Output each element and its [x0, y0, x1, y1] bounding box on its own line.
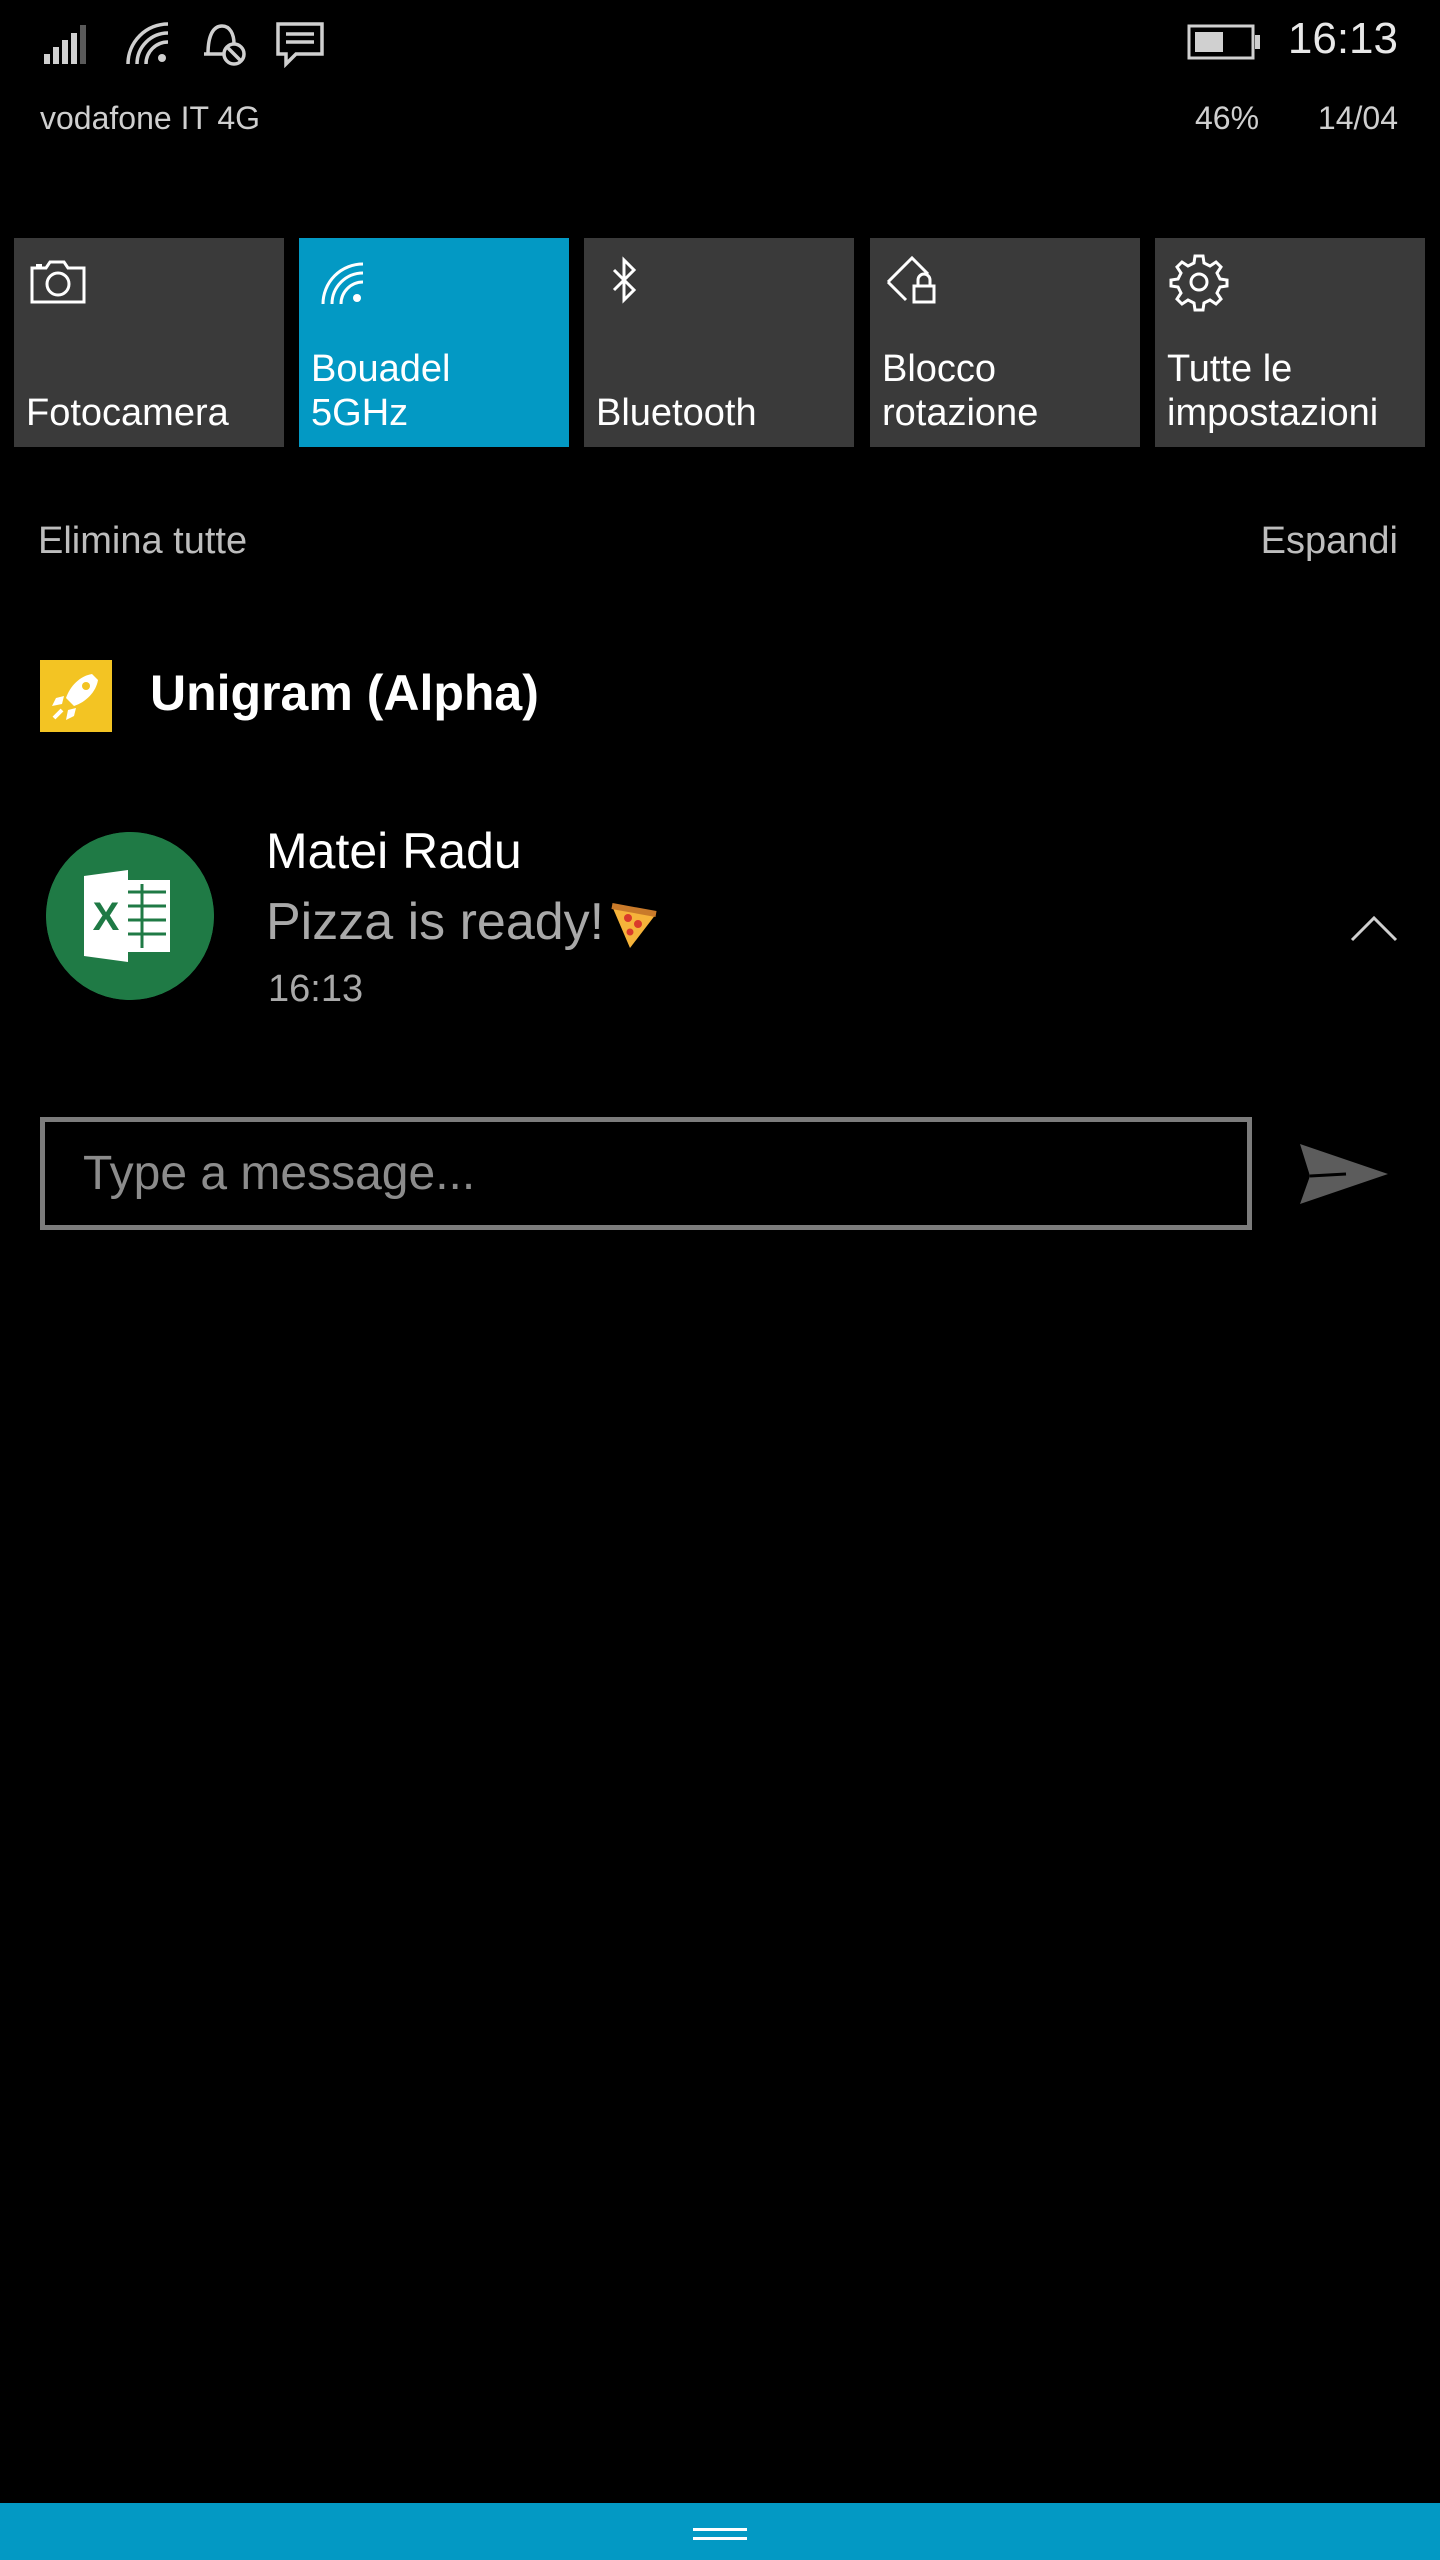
- tile-label: Tutte le impostazioni: [1167, 348, 1379, 434]
- signal-icon: [40, 20, 92, 68]
- notification-time: 16:13: [268, 968, 364, 1010]
- tile-label: Fotocamera: [26, 392, 229, 434]
- excel-icon: X: [46, 832, 214, 1000]
- message-icon: [274, 20, 326, 68]
- action-center-handle-bar[interactable]: [0, 2503, 1440, 2560]
- collapse-chevron-icon[interactable]: [1346, 908, 1402, 948]
- notification-message: Pizza is ready!: [266, 893, 605, 951]
- rocket-icon: [40, 660, 112, 732]
- pizza-icon: [606, 896, 662, 952]
- drag-handle-icon: [693, 2525, 747, 2543]
- notification-sender: Matei Radu: [266, 823, 522, 879]
- carrier-label: vodafone IT 4G: [40, 100, 260, 136]
- quiet-hours-icon: [198, 20, 250, 68]
- gear-icon: [1169, 252, 1229, 312]
- tile-label: Bluetooth: [596, 392, 757, 434]
- quick-action-wifi[interactable]: Bouadel 5GHz: [299, 238, 569, 447]
- send-icon: [1300, 1144, 1388, 1204]
- avatar: X: [46, 832, 214, 1000]
- reply-input[interactable]: [40, 1117, 1252, 1230]
- clear-all-button[interactable]: Elimina tutte: [38, 520, 247, 563]
- quick-action-camera[interactable]: Fotocamera: [14, 238, 284, 447]
- battery-percent: 46%: [1195, 100, 1260, 136]
- battery-icon: [1187, 24, 1261, 60]
- bluetooth-icon: [598, 252, 658, 312]
- quick-action-bluetooth[interactable]: Bluetooth: [584, 238, 854, 447]
- tile-label: Blocco rotazione: [882, 348, 1039, 434]
- send-button[interactable]: [1296, 1134, 1392, 1214]
- expand-button[interactable]: Espandi: [1261, 520, 1398, 563]
- svg-text:X: X: [93, 895, 120, 939]
- wifi-icon: [124, 20, 176, 68]
- app-title: Unigram (Alpha): [150, 665, 539, 721]
- wifi-icon: [313, 252, 373, 312]
- status-date: 14/04: [1317, 100, 1398, 136]
- quick-action-all-settings[interactable]: Tutte le impostazioni: [1155, 238, 1425, 447]
- rotation-lock-icon: [884, 252, 944, 312]
- camera-icon: [28, 252, 88, 312]
- quick-action-rotation-lock[interactable]: Blocco rotazione: [870, 238, 1140, 447]
- status-time: 16:13: [1287, 14, 1398, 63]
- tile-label: Bouadel 5GHz: [311, 348, 451, 434]
